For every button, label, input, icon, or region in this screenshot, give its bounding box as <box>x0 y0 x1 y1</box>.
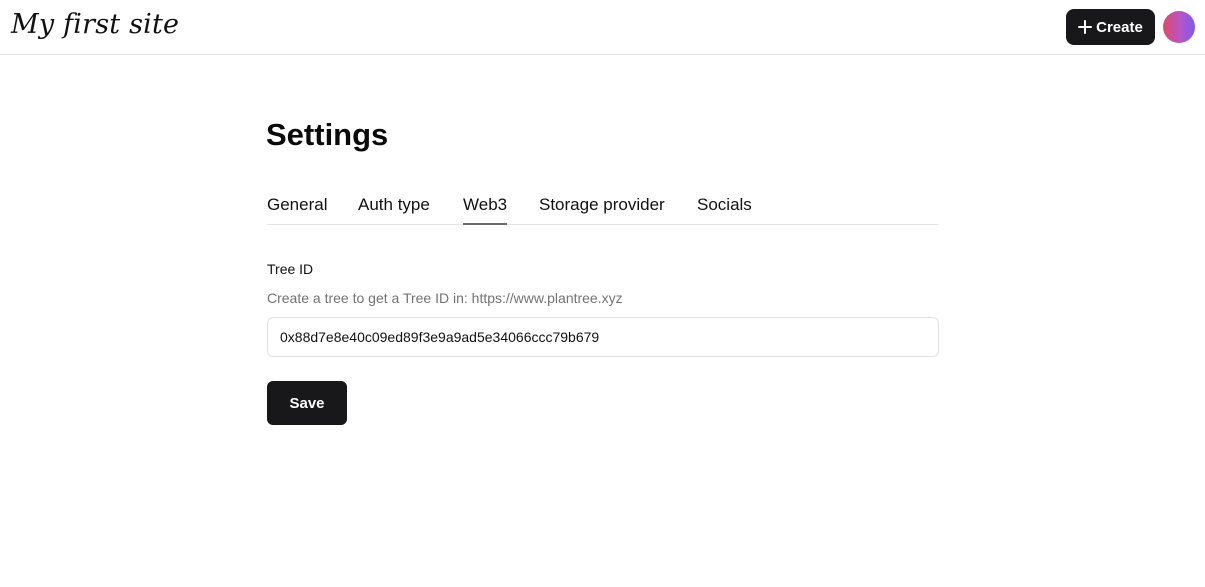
tree-id-label: Tree ID <box>267 261 314 277</box>
save-button[interactable]: Save <box>267 381 347 425</box>
settings-tabs: General Auth type Web3 Storage provider … <box>267 192 939 225</box>
top-bar: My first site Create <box>0 0 1205 55</box>
tree-id-help-text: Create a tree to get a Tree ID in: https… <box>267 290 623 306</box>
tab-web3[interactable]: Web3 <box>463 192 508 225</box>
avatar[interactable] <box>1163 11 1195 43</box>
create-button-label: Create <box>1096 18 1143 36</box>
tab-storage-provider[interactable]: Storage provider <box>539 192 665 225</box>
tree-id-input[interactable] <box>267 317 939 357</box>
create-button[interactable]: Create <box>1066 9 1155 45</box>
plus-icon <box>1078 20 1093 34</box>
tab-socials[interactable]: Socials <box>697 192 752 225</box>
tab-general[interactable]: General <box>267 192 327 225</box>
tab-auth-type[interactable]: Auth type <box>358 192 430 225</box>
page-title: Settings <box>266 117 389 152</box>
site-title[interactable]: My first site <box>11 9 179 40</box>
